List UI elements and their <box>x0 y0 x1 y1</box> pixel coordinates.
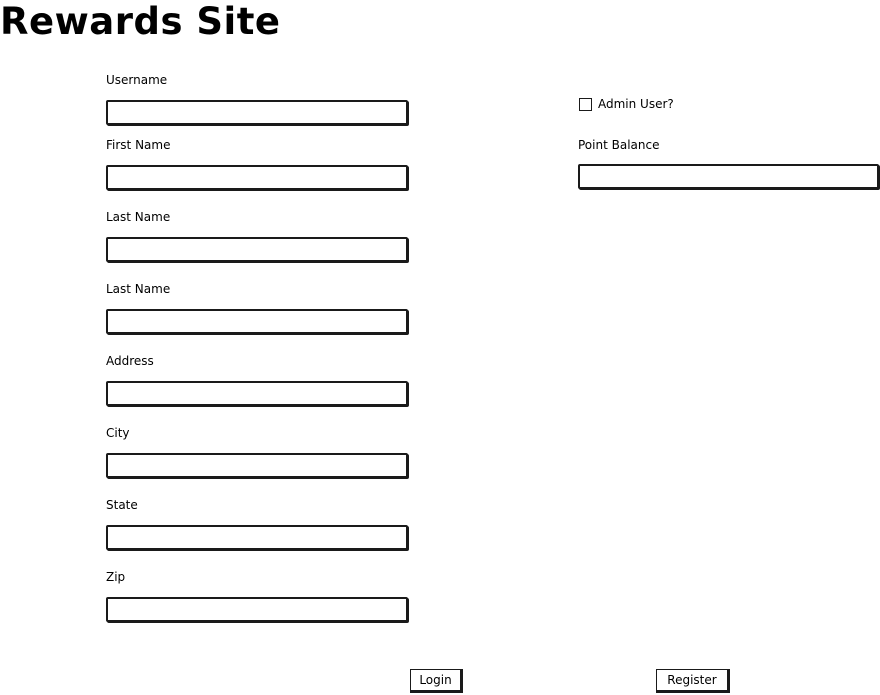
city-label: City <box>106 426 130 440</box>
address-input[interactable] <box>106 381 408 406</box>
first-name-label: First Name <box>106 138 171 152</box>
state-input[interactable] <box>106 525 408 550</box>
last-name-input[interactable] <box>106 237 408 262</box>
state-label: State <box>106 498 138 512</box>
page-title: Rewards Site <box>0 0 281 43</box>
last-name-label: Last Name <box>106 210 171 224</box>
city-input[interactable] <box>106 453 408 478</box>
login-button[interactable]: Login <box>410 669 463 693</box>
point-balance-input[interactable] <box>578 164 879 189</box>
username-input[interactable] <box>106 100 408 125</box>
last-name-2-label: Last Name <box>106 282 171 296</box>
point-balance-label: Point Balance <box>578 138 660 152</box>
zip-label: Zip <box>106 570 126 584</box>
last-name-2-input[interactable] <box>106 309 408 334</box>
admin-user-checkbox[interactable] <box>579 98 592 111</box>
register-button[interactable]: Register <box>656 669 730 693</box>
admin-user-label: Admin User? <box>598 97 674 111</box>
first-name-input[interactable] <box>106 165 408 190</box>
zip-input[interactable] <box>106 597 408 622</box>
address-label: Address <box>106 354 154 368</box>
username-label: Username <box>106 73 168 87</box>
